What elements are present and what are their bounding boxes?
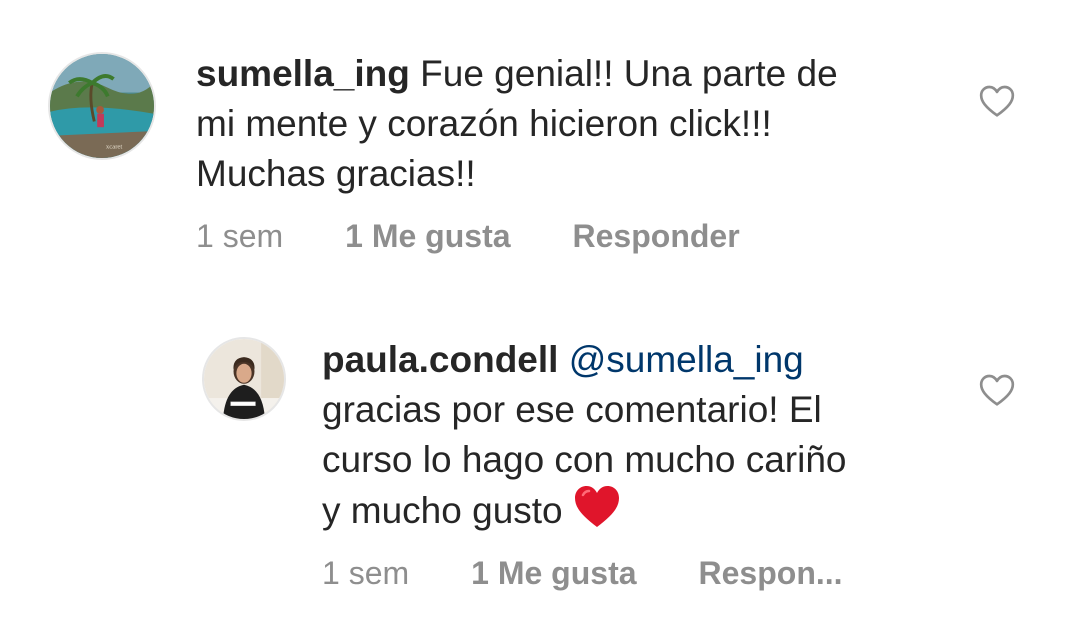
beach-photo-avatar-icon: xcaret — [50, 54, 154, 158]
heart-outline-icon — [979, 374, 1015, 406]
likes-count[interactable]: 1 Me gusta — [471, 555, 636, 592]
svg-text:xcaret: xcaret — [106, 143, 123, 150]
like-button[interactable] — [977, 371, 1017, 411]
avatar[interactable]: xcaret — [48, 52, 156, 160]
comment-line-2: mi mente y corazón hicieron click!!! — [196, 103, 772, 144]
reply-button[interactable]: Responder — [573, 218, 740, 255]
comment-reply-paula: paula.condell @sumella_ing gracias por e… — [0, 300, 1080, 628]
reply-meta: 1 sem 1 Me gusta Respon... — [322, 553, 843, 593]
reply-line-3: y mucho gusto — [322, 490, 563, 531]
comment-line-3: Muchas gracias!! — [196, 153, 476, 194]
likes-count[interactable]: 1 Me gusta — [345, 218, 510, 255]
comment-line-1: Fue genial!! Una parte de — [420, 53, 838, 94]
red-heart-emoji-icon — [573, 485, 621, 529]
reply-time: 1 sem — [322, 554, 410, 591]
comment-meta: 1 sem 1 Me gusta Responder — [196, 216, 740, 256]
reply-text: paula.condell @sumella_ing gracias por e… — [322, 335, 972, 536]
mention-link[interactable]: @sumella_ing — [569, 339, 804, 380]
woman-at-desk-avatar-icon — [204, 339, 284, 419]
reply-line-2: curso lo hago con mucho cariño — [322, 439, 847, 480]
heart-outline-icon — [979, 85, 1015, 117]
comment-text: sumella_ing Fue genial!! Una parte de mi… — [196, 49, 976, 199]
reply-username[interactable]: paula.condell — [322, 339, 558, 380]
like-button[interactable] — [977, 82, 1017, 122]
comment-username[interactable]: sumella_ing — [196, 53, 410, 94]
avatar[interactable] — [202, 337, 286, 421]
comment-time: 1 sem — [196, 217, 284, 254]
reply-button[interactable]: Respon... — [699, 555, 843, 592]
comment-sumella: xcaret sumella_ing Fue genial!! Una part… — [0, 0, 1080, 280]
reply-line-1: gracias por ese comentario! El — [322, 389, 822, 430]
